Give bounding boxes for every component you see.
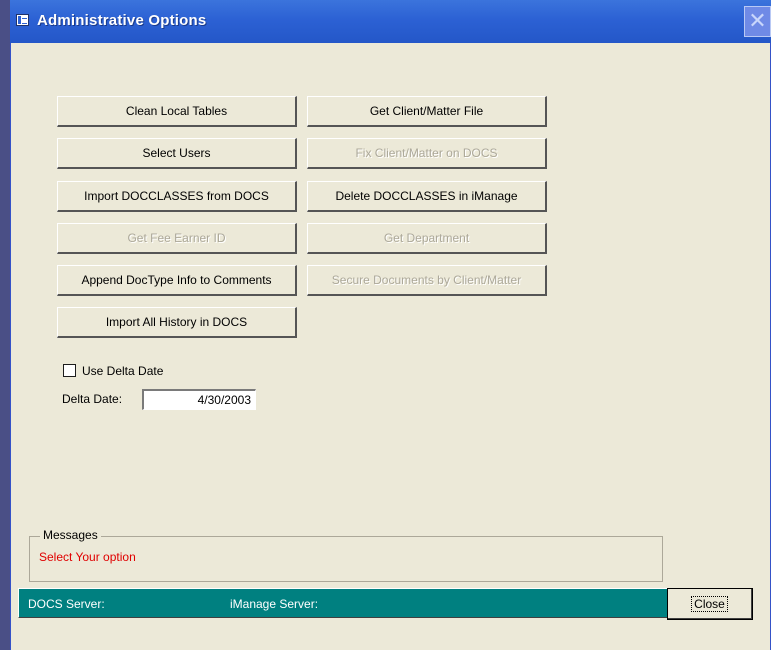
import-docclasses-button[interactable]: Import DOCCLASSES from DOCS: [57, 181, 297, 212]
status-bar: DOCS Server: iManage Server:: [18, 588, 668, 618]
use-delta-date-checkbox[interactable]: [63, 364, 76, 377]
use-delta-date-label: Use Delta Date: [82, 364, 164, 378]
clean-local-tables-button[interactable]: Clean Local Tables: [57, 96, 297, 127]
administrative-options-window: Administrative Options ✕ Clean Local Tab…: [10, 0, 771, 650]
append-doctype-button[interactable]: Append DocType Info to Comments: [57, 265, 297, 296]
imanage-server-label: iManage Server:: [230, 597, 319, 611]
get-fee-earner-id-button: Get Fee Earner ID: [57, 223, 297, 254]
get-department-button: Get Department: [307, 223, 547, 254]
get-client-matter-file-button[interactable]: Get Client/Matter File: [307, 96, 547, 127]
docs-server-label: DOCS Server:: [28, 597, 105, 611]
fix-client-matter-button: Fix Client/Matter on DOCS: [307, 138, 547, 169]
close-button[interactable]: Close: [667, 588, 753, 620]
background-window-edge: [0, 0, 10, 650]
messages-legend: Messages: [40, 528, 101, 542]
close-button-label: Close: [691, 595, 728, 612]
close-icon[interactable]: ✕: [744, 6, 771, 37]
delete-docclasses-button[interactable]: Delete DOCCLASSES in iManage: [307, 181, 547, 212]
title-bar[interactable]: Administrative Options ✕: [10, 0, 771, 43]
delta-date-label: Delta Date:: [62, 392, 123, 406]
delta-date-field[interactable]: 4/30/2003: [142, 389, 256, 410]
secure-documents-button: Secure Documents by Client/Matter: [307, 265, 547, 296]
message-text: Select Your option: [39, 550, 136, 564]
import-all-history-button[interactable]: Import All History in DOCS: [57, 307, 297, 338]
form-icon: [16, 14, 29, 26]
window-title: Administrative Options: [37, 12, 207, 29]
select-users-button[interactable]: Select Users: [57, 138, 297, 169]
